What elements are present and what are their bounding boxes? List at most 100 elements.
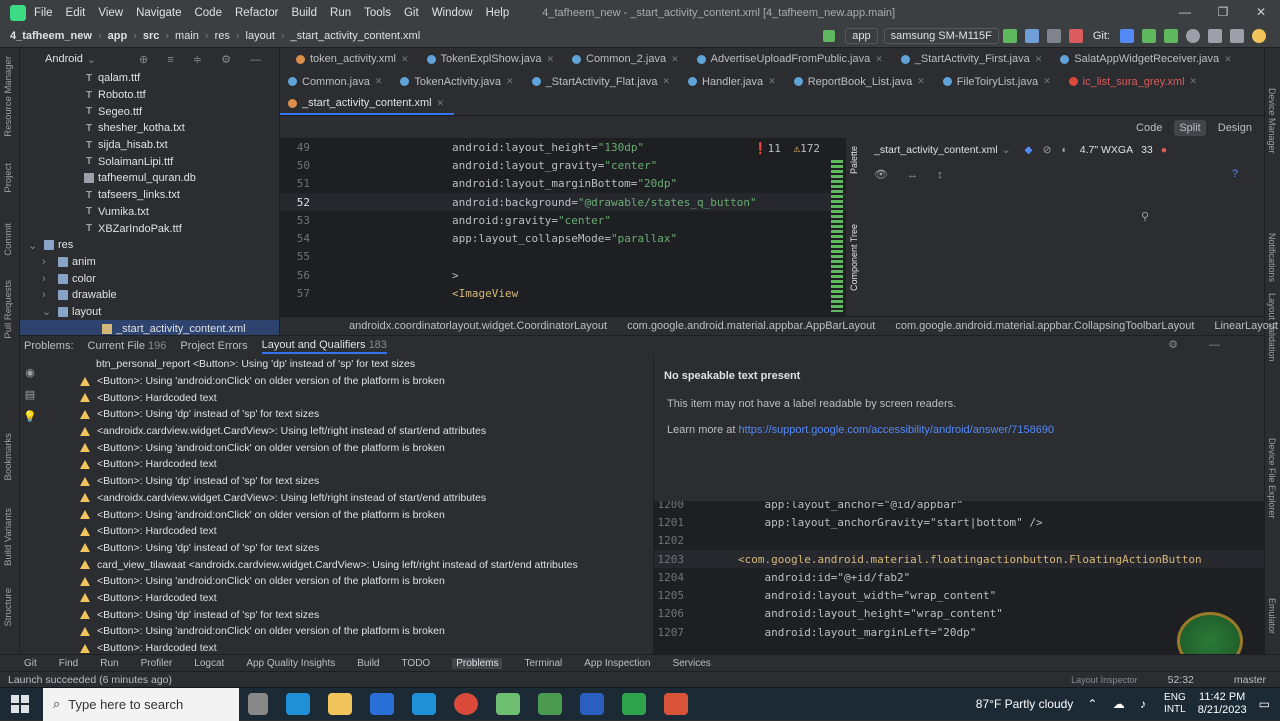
debug-icon[interactable]: [1024, 29, 1039, 43]
toolwindow-profiler[interactable]: Profiler: [141, 658, 173, 669]
problem-item[interactable]: <Button>: Using 'android:onClick' on old…: [20, 623, 652, 640]
left-tool-commit[interactable]: Commit: [3, 223, 14, 256]
menu-view[interactable]: View: [98, 7, 123, 19]
git-commit-icon[interactable]: [1142, 29, 1156, 43]
night-mode-icon[interactable]: ◐: [1061, 144, 1067, 156]
toolwindow-app-inspection[interactable]: App Inspection: [584, 658, 650, 669]
chevron-down-icon[interactable]: ⌄: [87, 53, 96, 66]
run-config-select[interactable]: app: [845, 28, 878, 44]
close-icon[interactable]: ✕: [437, 98, 445, 109]
hammer-icon[interactable]: [823, 30, 836, 42]
tree-item[interactable]: Tsijda_hisab.txt: [20, 137, 279, 154]
problem-item[interactable]: <Button>: Using 'dp' instead of 'sp' for…: [20, 540, 652, 557]
breadcrumb-item[interactable]: app: [108, 30, 128, 42]
tree-item[interactable]: T Roboto.ttf: [20, 87, 279, 104]
close-icon[interactable]: ✕: [671, 54, 679, 65]
minimize-button[interactable]: —: [1166, 0, 1204, 25]
menu-build[interactable]: Build: [291, 7, 317, 19]
close-icon[interactable]: ✕: [1224, 54, 1232, 65]
git-branch[interactable]: master: [1234, 674, 1266, 686]
menu-run[interactable]: Run: [330, 7, 351, 19]
profile-icon[interactable]: [1046, 29, 1061, 43]
tree-item[interactable]: › color: [20, 270, 279, 287]
menu-git[interactable]: Git: [404, 7, 419, 19]
close-icon[interactable]: ✕: [768, 76, 776, 87]
lightbulb-icon[interactable]: 💡: [22, 406, 38, 428]
device-preview-select[interactable]: 4.7" WXGA: [1080, 144, 1133, 156]
menu-tools[interactable]: Tools: [364, 7, 391, 19]
expand-arrow-icon[interactable]: ⌄: [28, 239, 40, 252]
menu-help[interactable]: Help: [486, 7, 510, 19]
expand-arrow-icon[interactable]: ›: [42, 273, 54, 285]
right-tool-device-manager[interactable]: Device Manager: [1267, 88, 1277, 154]
task-view-icon[interactable]: [248, 693, 268, 715]
breadcrumb-item[interactable]: 4_tafheem_new: [10, 30, 92, 42]
close-icon[interactable]: ✕: [917, 76, 925, 87]
inspection-widget[interactable]: ❗11 ⚠172: [754, 142, 820, 155]
problem-item[interactable]: <Button>: Using 'dp' instead of 'sp' for…: [20, 606, 652, 623]
toolwindow-services[interactable]: Services: [672, 658, 710, 669]
green-c-icon[interactable]: [622, 693, 646, 715]
right-tool-device-file-explorer[interactable]: Device File Explorer: [1267, 438, 1277, 519]
expand-arrow-icon[interactable]: ›: [42, 256, 54, 268]
tree-item[interactable]: ⌄ res: [20, 237, 279, 254]
orientation-icon[interactable]: ⊘: [1043, 144, 1052, 156]
windows-start-icon[interactable]: [11, 695, 29, 713]
left-tool-resource-manager[interactable]: Resource Manager: [3, 56, 14, 137]
run-icon[interactable]: [1002, 29, 1017, 43]
close-icon[interactable]: ✕: [662, 76, 670, 87]
right-tool-notifications[interactable]: Notifications: [1267, 233, 1277, 282]
problem-item[interactable]: <Button>: Using 'dp' instead of 'sp' for…: [20, 406, 652, 423]
eye-icon[interactable]: ◉: [22, 362, 38, 384]
layers-icon[interactable]: ◆: [1025, 144, 1033, 156]
toolwindow-git[interactable]: Git: [24, 658, 37, 669]
tray-icons[interactable]: ⌃ ☁ ♪: [1087, 697, 1152, 711]
tab--startactivity-first-java[interactable]: _StartActivity_First.java ✕: [893, 48, 1052, 70]
code-editor[interactable]: ❗11 ⚠172 49 android:layout_height= "130dp"…: [280, 138, 846, 316]
tab-token-activity-xml[interactable]: token_activity.xml ✕: [288, 48, 419, 70]
git-update-icon[interactable]: [1120, 29, 1134, 43]
toolwindow-logcat[interactable]: Logcat: [194, 658, 224, 669]
project-toolbar-icons[interactable]: ⊕ ≡ ≑ ⚙ —: [139, 53, 269, 66]
git-push-icon[interactable]: [1164, 29, 1178, 43]
tree-item[interactable]: ⌄ layout: [20, 304, 279, 321]
breadcrumb-item[interactable]: res: [215, 30, 230, 42]
chevron-down-icon[interactable]: ⌄: [1002, 144, 1011, 156]
menu-window[interactable]: Window: [432, 7, 473, 19]
accessibility-help-link[interactable]: https://support.google.com/accessibility…: [739, 424, 1055, 436]
tab--start-activity-content-xml[interactable]: _start_activity_content.xml ✕: [280, 93, 455, 116]
tree-item[interactable]: › anim: [20, 254, 279, 271]
tab-tokenactivity-java[interactable]: TokenActivity.java ✕: [392, 71, 523, 93]
breadcrumb-item[interactable]: main: [175, 30, 199, 42]
tab-handler-java[interactable]: Handler.java ✕: [680, 71, 786, 93]
close-icon[interactable]: ✕: [506, 76, 514, 87]
problems-list[interactable]: btn_personal_report <Button>: Using 'dp'…: [20, 356, 652, 655]
search-everywhere-icon[interactable]: [1230, 29, 1244, 43]
problem-item[interactable]: <Button>: Hardcoded text: [20, 640, 652, 655]
toolwindow-find[interactable]: Find: [59, 658, 78, 669]
menu-navigate[interactable]: Navigate: [136, 7, 181, 19]
layout-crumb[interactable]: com.google.android.material.appbar.Colla…: [895, 320, 1194, 332]
tab-common-2-java[interactable]: Common_2.java ✕: [564, 48, 689, 70]
problem-item[interactable]: <Button>: Hardcoded text: [20, 389, 652, 406]
problem-item[interactable]: <Button>: Using 'dp' instead of 'sp' for…: [20, 473, 652, 490]
word-icon[interactable]: [580, 693, 604, 715]
preview-icon[interactable]: ▤: [22, 384, 38, 406]
breadcrumb-item[interactable]: _start_activity_content.xml: [291, 30, 421, 42]
tree-item[interactable]: T Vumika.txt: [20, 204, 279, 221]
close-icon[interactable]: ✕: [546, 54, 554, 65]
menu-file[interactable]: File: [34, 7, 53, 19]
toolwindow-problems[interactable]: Problems: [452, 657, 503, 669]
problems-panel-controls[interactable]: ⚙ —: [1168, 338, 1234, 351]
problem-item[interactable]: card_view_tilawaat <androidx.cardview.wi…: [20, 556, 652, 573]
left-tool-structure[interactable]: Structure: [3, 588, 14, 627]
tree-item[interactable]: T XBZarIndoPak.ttf: [20, 220, 279, 237]
help-icon[interactable]: ?: [1232, 168, 1238, 180]
design-canvas-tools[interactable]: 👁 ↔ ↕: [874, 168, 951, 181]
problem-item[interactable]: <Button>: Using 'android:onClick' on old…: [20, 439, 652, 456]
problems-tab-project-errors[interactable]: Project Errors: [180, 340, 247, 352]
tree-item[interactable]: _start_activity_content.xml: [20, 320, 279, 335]
tab-common-java[interactable]: Common.java ✕: [280, 71, 392, 93]
problem-item[interactable]: <Button>: Hardcoded text: [20, 523, 652, 540]
toolwindow-terminal[interactable]: Terminal: [524, 658, 562, 669]
